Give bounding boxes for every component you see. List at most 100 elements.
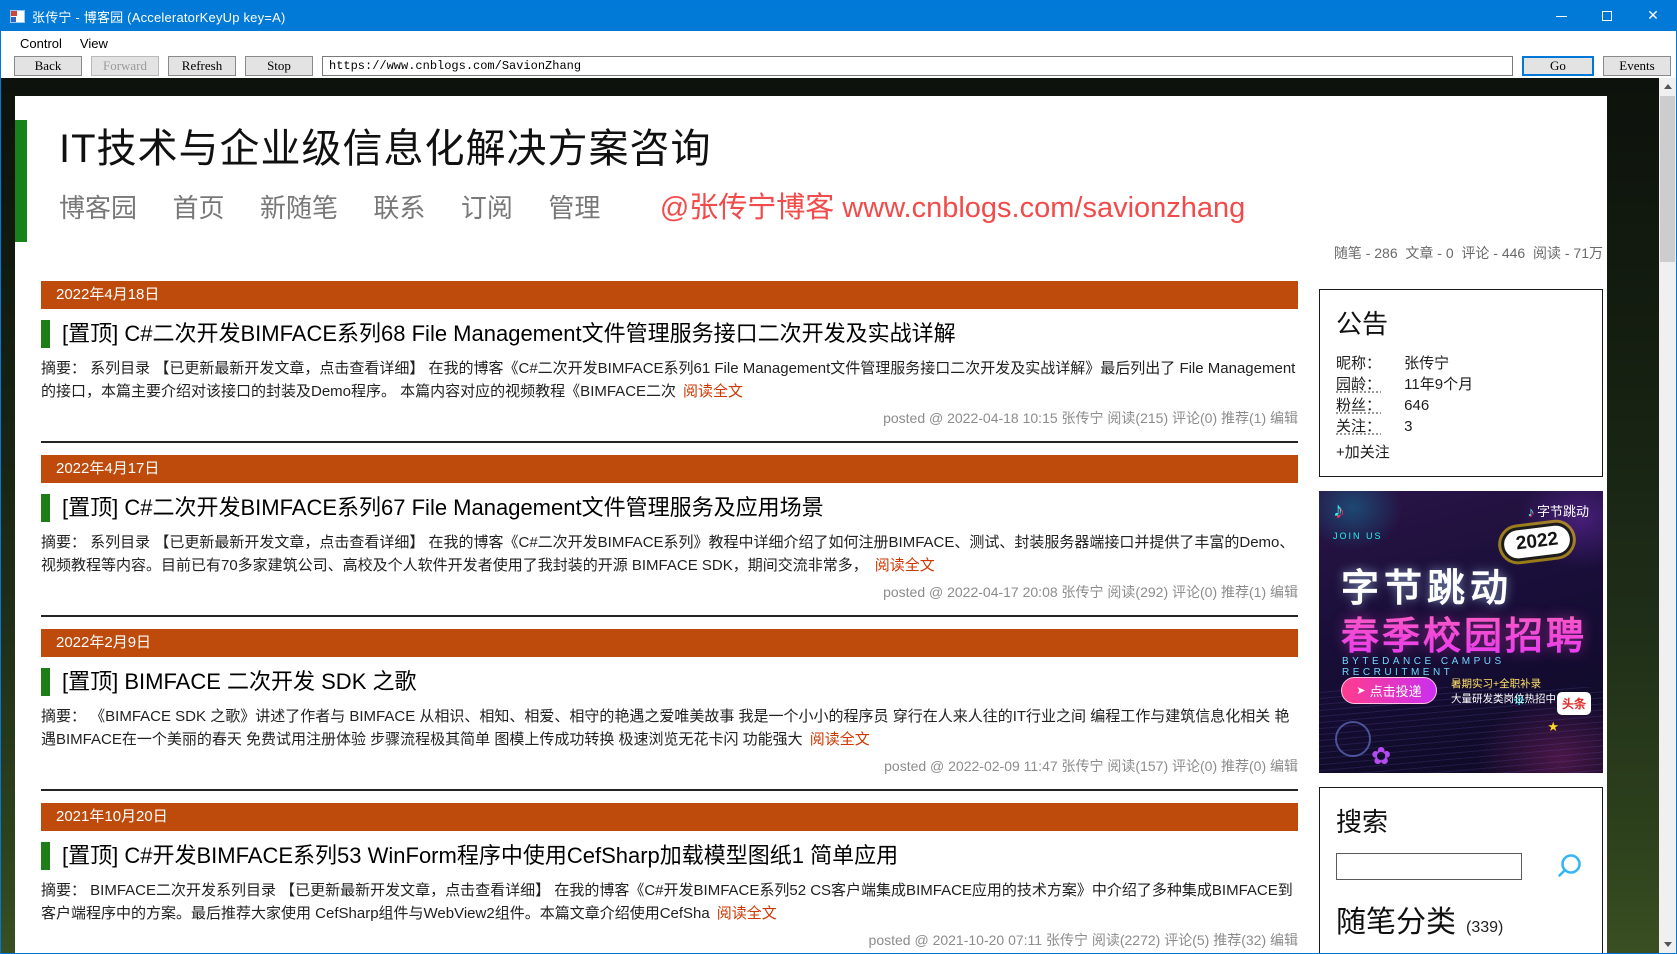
categories-title-text: 随笔分类 [1336,906,1456,939]
header-accent-bar [15,120,27,242]
ad-note-line2: 大量研发类岗位热招中 [1451,693,1556,705]
search-icon[interactable] [1554,851,1584,881]
notice-row-nickname: 昵称： 张传宁 [1336,353,1586,374]
maximize-button[interactable] [1584,1,1630,31]
menu-control[interactable]: Control [11,34,71,53]
blog-nav: 博客园 首页 新随笔 联系 订阅 管理 @张传宁博客 www.cnblogs.c… [59,190,1607,231]
app-window: 张传宁 - 博客园 (AcceleratorKeyUp key=A) ✕ Con… [0,0,1677,954]
blog-stats: 随笔 - 286 文章 - 0 评论 - 446 阅读 - 71万 [1333,245,1603,261]
menu-view[interactable]: View [71,34,117,53]
post-summary-text: 摘要： 《BIMFACE SDK 之歌》讲述了作者与 BIMFACE 从相识、相… [41,708,1290,748]
post-separator [41,789,1298,791]
blog-header: IT技术与企业级信息化解决方案咨询 博客园 首页 新随笔 联系 订阅 管理 @张… [15,96,1607,242]
read-more-link[interactable]: 阅读全文 [683,383,743,400]
nav-item-new-post[interactable]: 新随笔 [260,190,338,226]
bytedance-logo: ♪ 字节跳动 [1527,501,1589,520]
ad-notes: 暑期实习+全职补录 大量研发类岗位热招中 [1451,677,1556,707]
bytedance-ad-banner[interactable]: ♪ JOIN US ♪ 字节跳动 2022 字节跳动 春季校园招聘 BYTEDAN… [1319,491,1603,773]
categories-title: 随笔分类 (339) [1336,897,1586,941]
post-entry: 2021年10月20日 [置顶] C#开发BIMFACE系列53 WinForm… [41,789,1298,950]
post-meta[interactable]: posted @ 2022-04-18 10:15 张传宁 阅读(215) 评论… [41,408,1298,428]
post-meta[interactable]: posted @ 2022-02-09 11:47 张传宁 阅读(157) 评论… [41,756,1298,776]
post-date-header: 2021年10月20日 [41,803,1298,831]
nav-item-contact[interactable]: 联系 [373,190,425,226]
notice-value: 11年9个月 [1404,376,1474,393]
post-date-header: 2022年4月17日 [41,455,1298,483]
post-title-link[interactable]: [置顶] BIMFACE 二次开发 SDK 之歌 [41,668,1298,696]
post-date-header: 2022年4月18日 [41,281,1298,309]
search-row [1336,851,1586,881]
post-title-link[interactable]: [置顶] C#二次开发BIMFACE系列68 File Management文件… [41,320,1298,348]
scrollbar-thumb[interactable] [1660,96,1675,262]
maximize-icon [1602,11,1612,21]
window-title: 张传宁 - 博客园 (AcceleratorKeyUp key=A) [32,9,286,25]
nav-item-home[interactable]: 首页 [172,190,224,226]
blog-title: IT技术与企业级信息化解决方案咨询 [59,127,712,171]
post-summary: 摘要： BIMFACE二次开发系列目录 【已更新最新开发文章，点击查看详细】 在… [41,879,1298,925]
notice-label: 粉丝： [1336,397,1382,414]
nav-item-manage[interactable]: 管理 [548,190,600,226]
post-meta[interactable]: posted @ 2021-10-20 07:11 张传宁 阅读(2272) 评… [41,930,1298,950]
post-summary-text: 摘要： 系列目录 【已更新最新开发文章，点击查看详细】 在我的博客《C#二次开发… [41,360,1296,400]
browser-toolbar: Back Forward Refresh Stop Go Events [1,55,1676,78]
window-controls: ✕ [1538,1,1676,31]
notice-row-fans: 粉丝： 646 [1336,395,1586,416]
notice-label: 关注： [1336,418,1382,435]
ad-year-badge: 2022 [1498,520,1575,564]
ad-headline-2: 春季校园招聘 [1341,605,1587,660]
posts-column: 2022年4月18日 [置顶] C#二次开发BIMFACE系列68 File M… [41,273,1298,953]
follow-link[interactable]: +加关注 [1336,441,1586,462]
post-separator [41,441,1298,443]
back-button[interactable]: Back [14,55,82,76]
notice-label: 园龄： [1336,376,1382,393]
post-entry: 2022年4月18日 [置顶] C#二次开发BIMFACE系列68 File M… [41,281,1298,428]
ad-apply-button[interactable]: ➤ 点击投递 [1341,677,1437,704]
post-summary-text: 摘要： BIMFACE二次开发系列目录 【已更新最新开发文章，点击查看详细】 在… [41,882,1293,922]
refresh-button[interactable]: Refresh [168,55,236,76]
post-meta[interactable]: posted @ 2022-04-17 20:08 张传宁 阅读(292) 评论… [41,582,1298,602]
read-more-link[interactable]: 阅读全文 [810,731,870,748]
url-input[interactable] [322,55,1513,76]
minimize-button[interactable] [1538,1,1584,31]
forward-button[interactable]: Forward [91,55,159,76]
flower-icon: ✿ [1371,743,1392,770]
search-input[interactable] [1336,852,1522,880]
events-button[interactable]: Events [1603,55,1671,76]
ad-tagline: BYTEDANCE CAMPUS RECRUITMENT [1342,656,1505,678]
browser-viewport: IT技术与企业级信息化解决方案咨询 博客园 首页 新随笔 联系 订阅 管理 @张… [1,78,1676,953]
ad-stamp-decoration [1335,721,1371,757]
ad-join-us: JOIN US [1333,531,1383,541]
read-more-link[interactable]: 阅读全文 [875,557,935,574]
nav-item-blogyuan[interactable]: 博客园 [59,190,137,226]
star-icon: ★ [1547,719,1559,734]
app-icon [10,9,25,23]
close-icon: ✕ [1647,8,1659,24]
post-entry: 2022年4月17日 [置顶] C#二次开发BIMFACE系列67 File M… [41,441,1298,602]
sidebar: 公告 昵称： 张传宁 园龄： 11年9个月 粉丝： 646 关注： 3 +加关注… [1319,273,1603,953]
minimize-icon [1555,15,1567,17]
scroll-up-button[interactable] [1659,78,1676,95]
categories-count: (339) [1466,919,1504,936]
search-title: 搜索 [1336,807,1389,837]
post-title-link[interactable]: [置顶] C#开发BIMFACE系列53 WinForm程序中使用CefShar… [41,842,1298,870]
vertical-scrollbar[interactable] [1659,78,1676,953]
titlebar[interactable]: 张传宁 - 博客园 (AcceleratorKeyUp key=A) ✕ [1,1,1676,31]
notice-row-age: 园龄： 11年9个月 [1336,374,1586,395]
ad-apply-label: 点击投递 [1369,684,1422,699]
notice-box: 公告 昵称： 张传宁 园龄： 11年9个月 粉丝： 646 关注： 3 +加关注 [1319,289,1603,477]
nav-item-subscribe[interactable]: 订阅 [461,190,513,226]
note-icon: ♪ [1527,504,1534,519]
category-link-net-framework[interactable]: .NET Framework(15) [1336,949,1586,953]
go-button[interactable]: Go [1522,55,1594,76]
toutiao-badge: 头条 [1556,692,1591,715]
ad-headline-1: 字节跳动 [1341,568,1514,610]
stop-button[interactable]: Stop [245,55,313,76]
read-more-link[interactable]: 阅读全文 [717,905,777,922]
post-summary-text: 摘要： 系列目录 【已更新最新开发文章，点击查看详细】 在我的博客《C#二次开发… [41,534,1295,574]
tiktok-note-icon: ♪ [1333,499,1343,521]
post-title-link[interactable]: [置顶] C#二次开发BIMFACE系列67 File Management文件… [41,494,1298,522]
close-button[interactable]: ✕ [1630,1,1676,31]
scroll-down-button[interactable] [1659,936,1676,953]
notice-value: 3 [1404,418,1413,435]
blog-page: IT技术与企业级信息化解决方案咨询 博客园 首页 新随笔 联系 订阅 管理 @张… [15,96,1607,953]
